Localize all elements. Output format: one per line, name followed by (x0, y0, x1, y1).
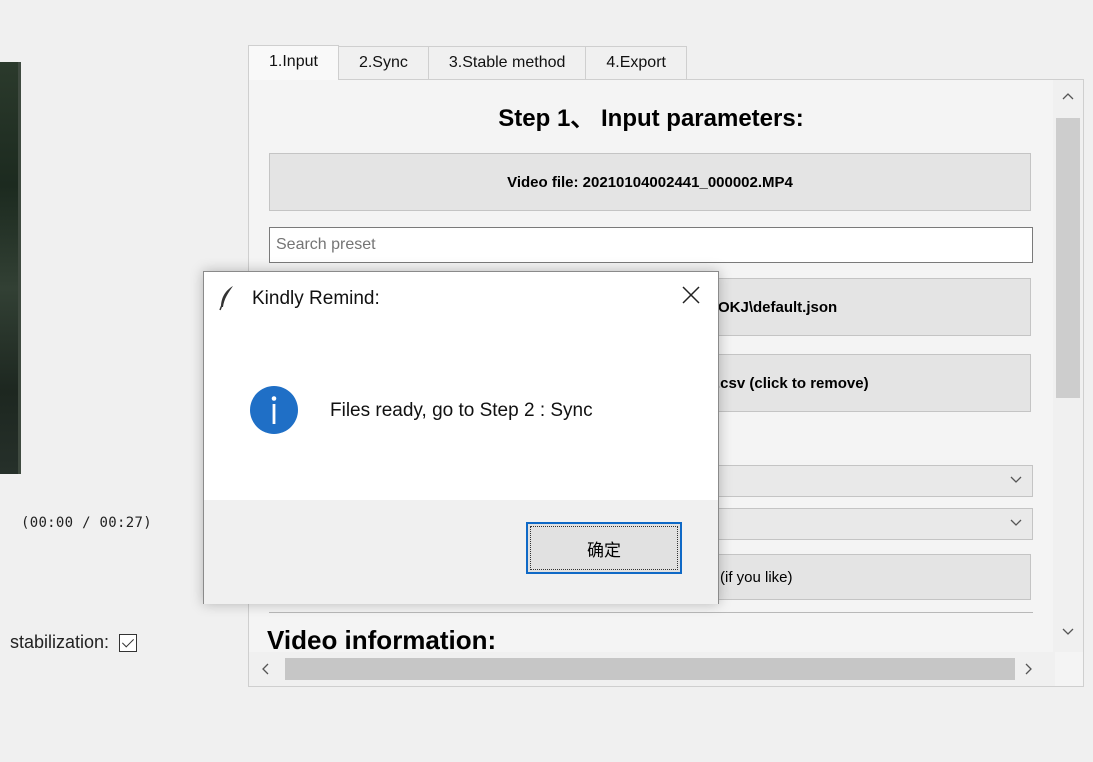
tab-sync[interactable]: 2.Sync (337, 46, 429, 79)
kindly-remind-dialog: Kindly Remind: Files ready, go to Step 2… (203, 271, 719, 604)
section-divider (269, 612, 1033, 613)
scroll-up-icon[interactable] (1062, 92, 1074, 100)
stabilization-row: stabilization: (10, 632, 138, 653)
dialog-footer: 确定 (204, 500, 718, 604)
notebook-tabs: 1.Input 2.Sync 3.Stable method 4.Export (248, 45, 687, 80)
tab-input[interactable]: 1.Input (248, 45, 339, 80)
ok-button[interactable]: 确定 (526, 522, 682, 574)
horizontal-scrollbar[interactable] (249, 652, 1055, 686)
video-time-label: (00:00 / 00:27) (21, 515, 152, 531)
vertical-scrollbar[interactable] (1053, 80, 1083, 652)
dialog-message: Files ready, go to Step 2 : Sync (330, 400, 593, 421)
horizontal-scroll-thumb[interactable] (285, 658, 1015, 680)
video-file-button[interactable]: Video file: 20210104002441_000002.MP4 (269, 153, 1031, 211)
vertical-scroll-thumb[interactable] (1056, 118, 1080, 398)
chevron-down-icon (1010, 476, 1022, 483)
step-title: Step 1、 Input parameters: (498, 105, 804, 132)
scroll-down-icon[interactable] (1062, 628, 1074, 636)
chevron-down-icon (1010, 519, 1022, 526)
tab-export[interactable]: 4.Export (585, 46, 687, 79)
tab-stable-method[interactable]: 3.Stable method (427, 46, 587, 79)
close-icon[interactable] (678, 282, 704, 308)
info-icon (250, 386, 298, 434)
feather-icon (219, 286, 233, 311)
scroll-right-icon[interactable] (1025, 663, 1033, 675)
stabilization-checkbox[interactable] (119, 633, 138, 652)
video-preview (0, 62, 21, 474)
scroll-left-icon[interactable] (261, 663, 269, 675)
dialog-title: Kindly Remind: (252, 288, 380, 309)
search-preset-input[interactable] (269, 227, 1033, 263)
stabilization-label: stabilization: (10, 632, 110, 652)
panel-content: Step 1、 Input parameters: Video file: 20… (267, 80, 1033, 655)
